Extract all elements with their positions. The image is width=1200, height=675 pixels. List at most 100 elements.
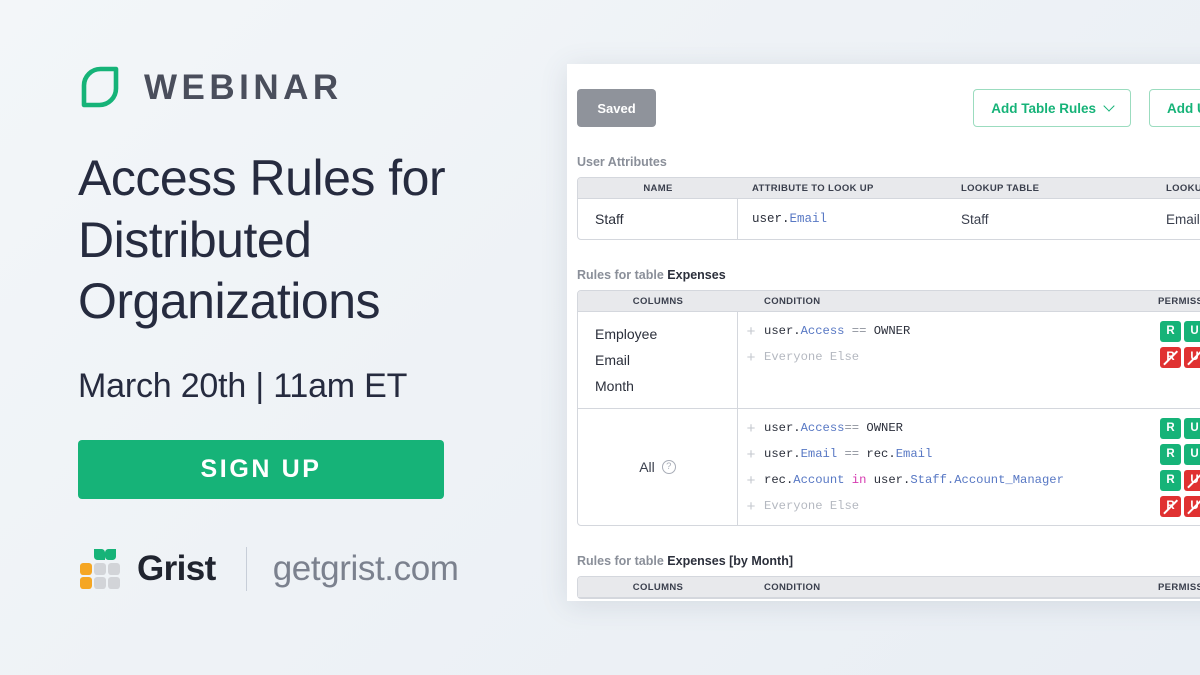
rule-row[interactable]: + rec.Account in user.Staff.Account_Mana… [738, 467, 1200, 493]
token-plain: user. [764, 447, 801, 461]
rule-condition[interactable]: user.Access == OWNER [764, 324, 1158, 338]
plus-icon[interactable]: + [738, 350, 764, 365]
rule-group-columns[interactable]: All ? [578, 409, 738, 525]
rule-group-columns[interactable]: Employee Email Month [578, 312, 738, 408]
token-plain: user. [764, 421, 801, 435]
permission-badge-update[interactable]: U [1184, 320, 1200, 342]
question-mark-icon[interactable]: ? [661, 460, 676, 474]
token-operator: == [844, 324, 874, 338]
permission-badge-update[interactable]: U [1184, 417, 1200, 439]
rule-condition-default: Everyone Else [764, 350, 860, 364]
token-keyword: in [844, 473, 874, 487]
event-date: March 20th | 11am ET [78, 366, 408, 405]
rule-permissions[interactable]: R U C [1158, 469, 1200, 491]
rule-row[interactable]: + Everyone Else R U [738, 344, 1200, 370]
rules-section-table-name: Expenses [667, 268, 726, 282]
permission-badge-read[interactable]: R [1160, 320, 1181, 342]
add-user-attributes-button[interactable]: Add User Att [1148, 89, 1200, 127]
column-header-permissions: PERMISSIONS [1158, 581, 1200, 593]
rule-rows: + user.Access== OWNER R U C + user.Email… [738, 409, 1200, 525]
plus-icon[interactable]: + [738, 324, 764, 339]
rule-column-all: All ? [639, 459, 676, 475]
add-table-rules-button[interactable]: Add Table Rules [973, 89, 1131, 127]
brand-url: getgrist.com [272, 548, 459, 588]
formula-prefix: user. [752, 212, 790, 226]
rule-condition[interactable]: user.Email == rec.Email [764, 447, 1158, 461]
table-header-row: COLUMNS CONDITION PERMISSIONS [578, 577, 1200, 598]
rule-row[interactable]: + user.Access == OWNER R U [738, 318, 1200, 344]
plus-icon[interactable]: + [738, 499, 764, 514]
rule-condition-default: Everyone Else [764, 499, 860, 513]
rule-row[interactable]: + Everyone Else R U C [738, 493, 1200, 519]
rules-section-prefix: Rules for table [577, 268, 668, 282]
expenses-by-month-section-label: Rules for table Expenses [by Month] [577, 554, 1200, 568]
rule-permissions[interactable]: R U [1158, 346, 1200, 368]
add-user-attributes-label: Add User Att [1166, 100, 1200, 116]
user-attribute-name: Staff [578, 199, 738, 239]
plus-icon[interactable]: + [738, 447, 764, 462]
token-plain: rec. [764, 473, 794, 487]
rules-section-prefix: Rules for table [577, 554, 668, 568]
rule-group: Employee Email Month + user.Access == OW… [578, 312, 1200, 409]
plus-icon[interactable]: + [738, 421, 764, 436]
rule-permissions[interactable]: R U C [1158, 443, 1200, 465]
user-attribute-lookup-column: Email [1166, 211, 1200, 227]
rule-row[interactable]: + user.Email == rec.Email R U C [738, 441, 1200, 467]
column-header-permissions: PERMISSIONS [1158, 295, 1200, 307]
token-attribute: Access [800, 421, 845, 435]
rule-column-all-label: All [639, 459, 655, 475]
permission-badge-update[interactable]: U [1184, 469, 1200, 491]
token-operator: == [844, 421, 867, 435]
token-attribute: Email [895, 447, 933, 461]
column-header-attribute: ATTRIBUTE TO LOOK UP [752, 182, 874, 194]
token-plain: user. [873, 473, 911, 487]
rule-group: All ? + user.Access== OWNER R U C + user [578, 409, 1200, 525]
promo-column: WEBINAR Access Rules for Distributed Org… [78, 58, 548, 595]
rule-row[interactable]: + user.Access== OWNER R U C [738, 415, 1200, 441]
user-attribute-formula: user.Email [738, 212, 943, 226]
footer-divider [245, 546, 247, 591]
expenses-by-month-rules-table: COLUMNS CONDITION PERMISSIONS [577, 576, 1200, 599]
column-header-lookup-table: LOOKUP TABLE [961, 182, 1040, 194]
grist-grid-icon [78, 548, 123, 590]
plus-icon[interactable]: + [738, 473, 764, 488]
page-title: Access Rules for Distributed Organizatio… [78, 150, 446, 329]
saved-button[interactable]: Saved [577, 89, 656, 127]
rule-condition[interactable]: user.Access== OWNER [764, 421, 1158, 435]
permission-badge-read[interactable]: R [1160, 443, 1181, 465]
rule-permissions[interactable]: R U C [1158, 417, 1200, 439]
permission-badge-read[interactable]: R [1160, 417, 1181, 439]
token-attribute: Email [800, 447, 838, 461]
table-header-row: NAME ATTRIBUTE TO LOOK UP LOOKUP TABLE L… [578, 178, 1200, 199]
brand-name: Grist [137, 548, 216, 588]
token-operator: == [837, 447, 867, 461]
formula-field: Email [789, 212, 828, 226]
permission-badge-update[interactable]: U [1184, 346, 1200, 368]
rules-section-table-name: Expenses [by Month] [667, 554, 794, 568]
token-attribute: Staff.Account_Manager [910, 473, 1064, 487]
permission-badge-read[interactable]: R [1160, 346, 1181, 368]
sign-up-button[interactable]: SIGN UP [78, 439, 444, 499]
token-plain: rec. [866, 447, 896, 461]
column-header-condition: CONDITION [764, 295, 821, 307]
user-attributes-table: NAME ATTRIBUTE TO LOOK UP LOOKUP TABLE L… [577, 177, 1200, 240]
table-header-row: COLUMNS CONDITION PERMISSIONS [578, 291, 1200, 312]
permission-badge-update[interactable]: U [1184, 495, 1200, 517]
column-header-columns: COLUMNS [632, 295, 684, 307]
column-header-condition: CONDITION [764, 581, 821, 593]
table-row[interactable]: Staff user.Email Staff Email [578, 199, 1200, 239]
expenses-rules-table: COLUMNS CONDITION PERMISSIONS Employee E… [577, 290, 1200, 526]
token-plain: user. [764, 324, 801, 338]
grist-leaf-icon [78, 65, 122, 109]
token-attribute: Account [793, 473, 845, 487]
access-rules-screenshot-panel: Saved Add Table Rules Add User Att User … [567, 64, 1200, 601]
user-attribute-lookup-table: Staff [961, 211, 989, 227]
access-rules-toolbar: Saved Add Table Rules Add User Att [577, 89, 1200, 127]
add-table-rules-label: Add Table Rules [991, 100, 1096, 116]
rule-permissions[interactable]: R U [1158, 320, 1200, 342]
permission-badge-update[interactable]: U [1184, 443, 1200, 465]
permission-badge-read[interactable]: R [1160, 469, 1181, 491]
permission-badge-read[interactable]: R [1160, 495, 1181, 517]
rule-condition[interactable]: rec.Account in user.Staff.Account_Manage… [764, 473, 1158, 487]
rule-permissions[interactable]: R U C [1158, 495, 1200, 517]
